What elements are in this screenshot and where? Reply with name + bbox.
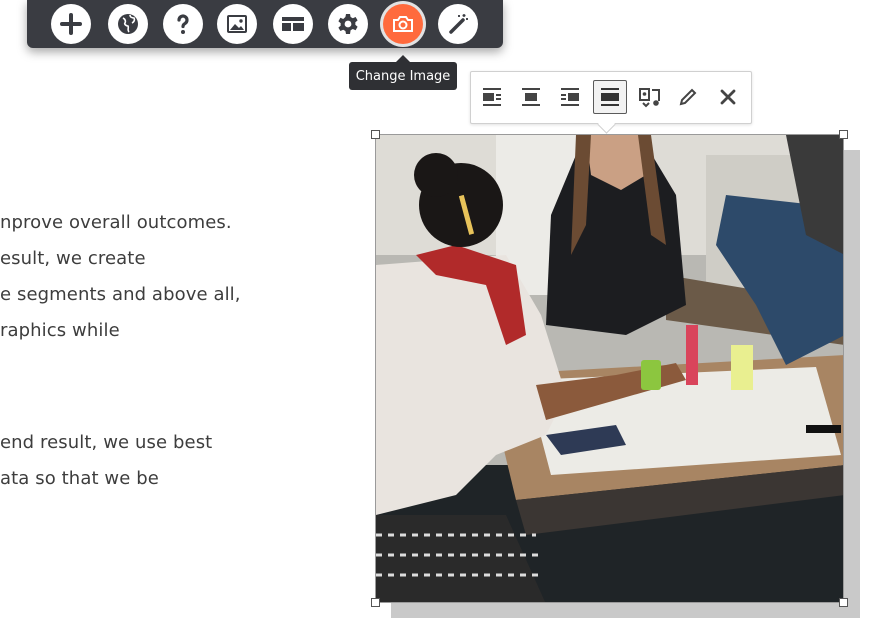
layout-button[interactable] [273, 4, 313, 44]
resize-handle-top-right[interactable] [839, 130, 848, 139]
align-left-button[interactable] [475, 80, 509, 114]
globe-icon [118, 14, 138, 34]
magic-wand-button[interactable] [438, 4, 478, 44]
replace-media-button[interactable] [633, 80, 667, 114]
align-right-button[interactable] [553, 80, 587, 114]
body-text-line: e segments and above all, [0, 284, 241, 305]
settings-button[interactable] [328, 4, 368, 44]
align-center-button[interactable] [514, 80, 548, 114]
replace-media-icon [639, 88, 660, 108]
help-icon [177, 14, 189, 34]
camera-icon [393, 16, 413, 32]
magic-wand-icon [449, 14, 468, 34]
body-text-line: raphics while [0, 320, 120, 341]
resize-handle-bottom-left[interactable] [371, 598, 380, 607]
close-icon [720, 89, 736, 105]
add-button[interactable] [51, 4, 91, 44]
help-button[interactable] [163, 4, 203, 44]
photo-illustration [376, 135, 843, 602]
plus-icon [60, 13, 82, 35]
image-icon [227, 15, 247, 33]
body-text-line: esult, we create [0, 248, 146, 269]
remove-button[interactable] [711, 80, 745, 114]
align-right-icon [561, 88, 579, 106]
resize-handle-bottom-right[interactable] [839, 598, 848, 607]
body-text-line: nprove overall outcomes. [0, 212, 232, 233]
align-full-button[interactable] [593, 80, 627, 114]
image-button[interactable] [217, 4, 257, 44]
body-text-line: end result, we use best [0, 432, 213, 453]
align-left-icon [483, 88, 501, 106]
pencil-icon [679, 88, 697, 106]
editor-toolbar [27, 0, 503, 48]
body-text-line: ata so that we be [0, 468, 159, 489]
selected-image[interactable] [375, 134, 844, 603]
layout-icon [282, 17, 304, 31]
align-full-icon [601, 88, 619, 106]
gear-icon [338, 14, 358, 34]
change-image-tooltip: Change Image [349, 55, 457, 90]
image-toolbar [470, 71, 752, 124]
align-center-icon [522, 88, 540, 106]
resize-handle-top-left[interactable] [371, 130, 380, 139]
globe-button[interactable] [108, 4, 148, 44]
edit-button[interactable] [671, 80, 705, 114]
change-image-button[interactable] [383, 4, 423, 44]
